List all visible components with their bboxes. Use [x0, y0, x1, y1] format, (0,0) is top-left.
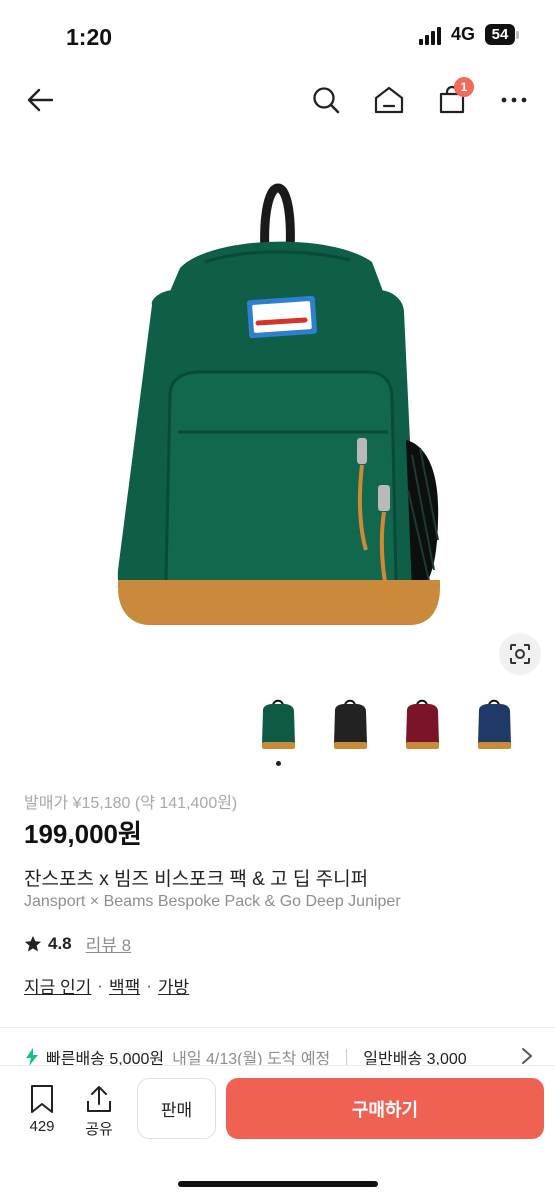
buy-button[interactable]: 구매하기: [226, 1078, 544, 1139]
status-time: 1:20: [66, 24, 113, 50]
signal-icon: [418, 25, 441, 45]
thumb-backpack-navy: [478, 699, 511, 749]
thumbnail-navy[interactable]: [471, 693, 517, 755]
delivery-separator: [346, 1049, 348, 1065]
thumbnail-burgundy[interactable]: [399, 693, 445, 755]
star-icon: [24, 935, 42, 951]
tag-separator: ·: [97, 975, 103, 995]
section-divider: [0, 1027, 555, 1028]
visual-search-button[interactable]: [499, 633, 541, 675]
thumbnail-black[interactable]: [327, 693, 373, 755]
share-icon: [87, 1086, 111, 1112]
bookmark-icon: [31, 1085, 53, 1113]
category-tags: 지금 인기 · 백팩 · 가방: [24, 973, 189, 998]
home-button[interactable]: [371, 82, 407, 118]
more-icon: [501, 97, 527, 103]
more-button[interactable]: [496, 82, 532, 118]
bookmark-count: 429: [29, 1118, 55, 1135]
share-button[interactable]: 공유: [77, 1084, 121, 1139]
share-label: 공유: [85, 1121, 113, 1138]
release-price: 발매가 ¥15,180 (약 141,400원): [24, 795, 238, 812]
lightning-icon: [24, 1048, 40, 1066]
top-nav: 1: [0, 72, 555, 128]
status-indicators: 4G 54: [418, 24, 519, 45]
thumb-backpack-black: [334, 699, 367, 749]
search-icon: [313, 87, 340, 114]
thumb-backpack-green: [262, 699, 295, 749]
back-button[interactable]: [22, 82, 58, 118]
cart-button[interactable]: 1: [434, 77, 474, 118]
tag-trending[interactable]: 지금 인기: [24, 973, 91, 998]
product-title-korean: 잔스포츠 x 빔즈 비스포크 팩 & 고 딥 주니퍼: [24, 869, 369, 890]
chevron-right-icon: [522, 1048, 532, 1064]
rating-value: 4.8: [48, 933, 72, 953]
product-image[interactable]: [0, 140, 555, 685]
network-type: 4G: [450, 24, 475, 44]
thumb-backpack-burgundy: [406, 699, 439, 749]
price: 199,000원: [24, 819, 142, 849]
review-link[interactable]: 리뷰 8: [86, 931, 131, 956]
lens-scan-icon: [510, 644, 530, 664]
battery-icon: 54: [485, 24, 519, 45]
home-indicator: [178, 1181, 378, 1187]
rating-row: 4.8 리뷰 8: [24, 931, 131, 956]
home-icon: [374, 86, 404, 114]
backpack-illustration: [117, 183, 440, 625]
sell-button[interactable]: 판매: [137, 1078, 216, 1139]
cart-count-badge: 1: [454, 77, 474, 97]
color-thumbnails: [255, 693, 517, 755]
bottom-action-bar: 429 공유 판매 구매하기: [0, 1066, 555, 1200]
bookmark-button[interactable]: 429: [20, 1084, 64, 1135]
search-button[interactable]: [308, 82, 344, 118]
product-title-english: Jansport × Beams Bespoke Pack & Go Deep …: [24, 893, 401, 910]
status-bar: 1:20 4G 54: [0, 0, 555, 72]
tag-backpack[interactable]: 백팩: [109, 973, 140, 998]
tag-separator: ·: [146, 975, 152, 995]
thumbnail-green[interactable]: [255, 693, 301, 755]
battery-level: 54: [485, 24, 515, 45]
tag-bag[interactable]: 가방: [158, 973, 189, 998]
thumbnail-page-indicator: [276, 761, 281, 766]
back-arrow-icon: [27, 88, 54, 112]
